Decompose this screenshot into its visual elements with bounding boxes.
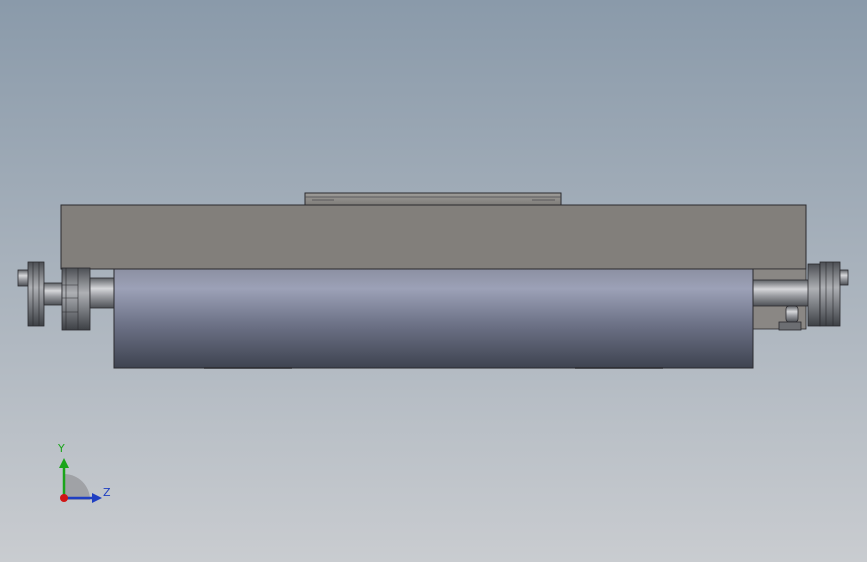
- 3d-viewport[interactable]: Y Z: [0, 0, 867, 562]
- frame-housing[interactable]: [60, 204, 807, 270]
- z-axis-arrow: [92, 493, 102, 503]
- roller-drum[interactable]: [113, 268, 754, 369]
- top-bar[interactable]: [304, 192, 562, 206]
- right-shaft-assembly[interactable]: [752, 261, 849, 331]
- triad-quadrant-shade: [64, 474, 90, 500]
- axis-triad: [59, 458, 102, 503]
- z-axis-label: Z: [103, 486, 111, 499]
- y-axis-arrow: [59, 458, 69, 468]
- x-axis-dot: [60, 494, 68, 502]
- model-view[interactable]: [0, 0, 867, 562]
- y-axis-label: Y: [58, 442, 65, 455]
